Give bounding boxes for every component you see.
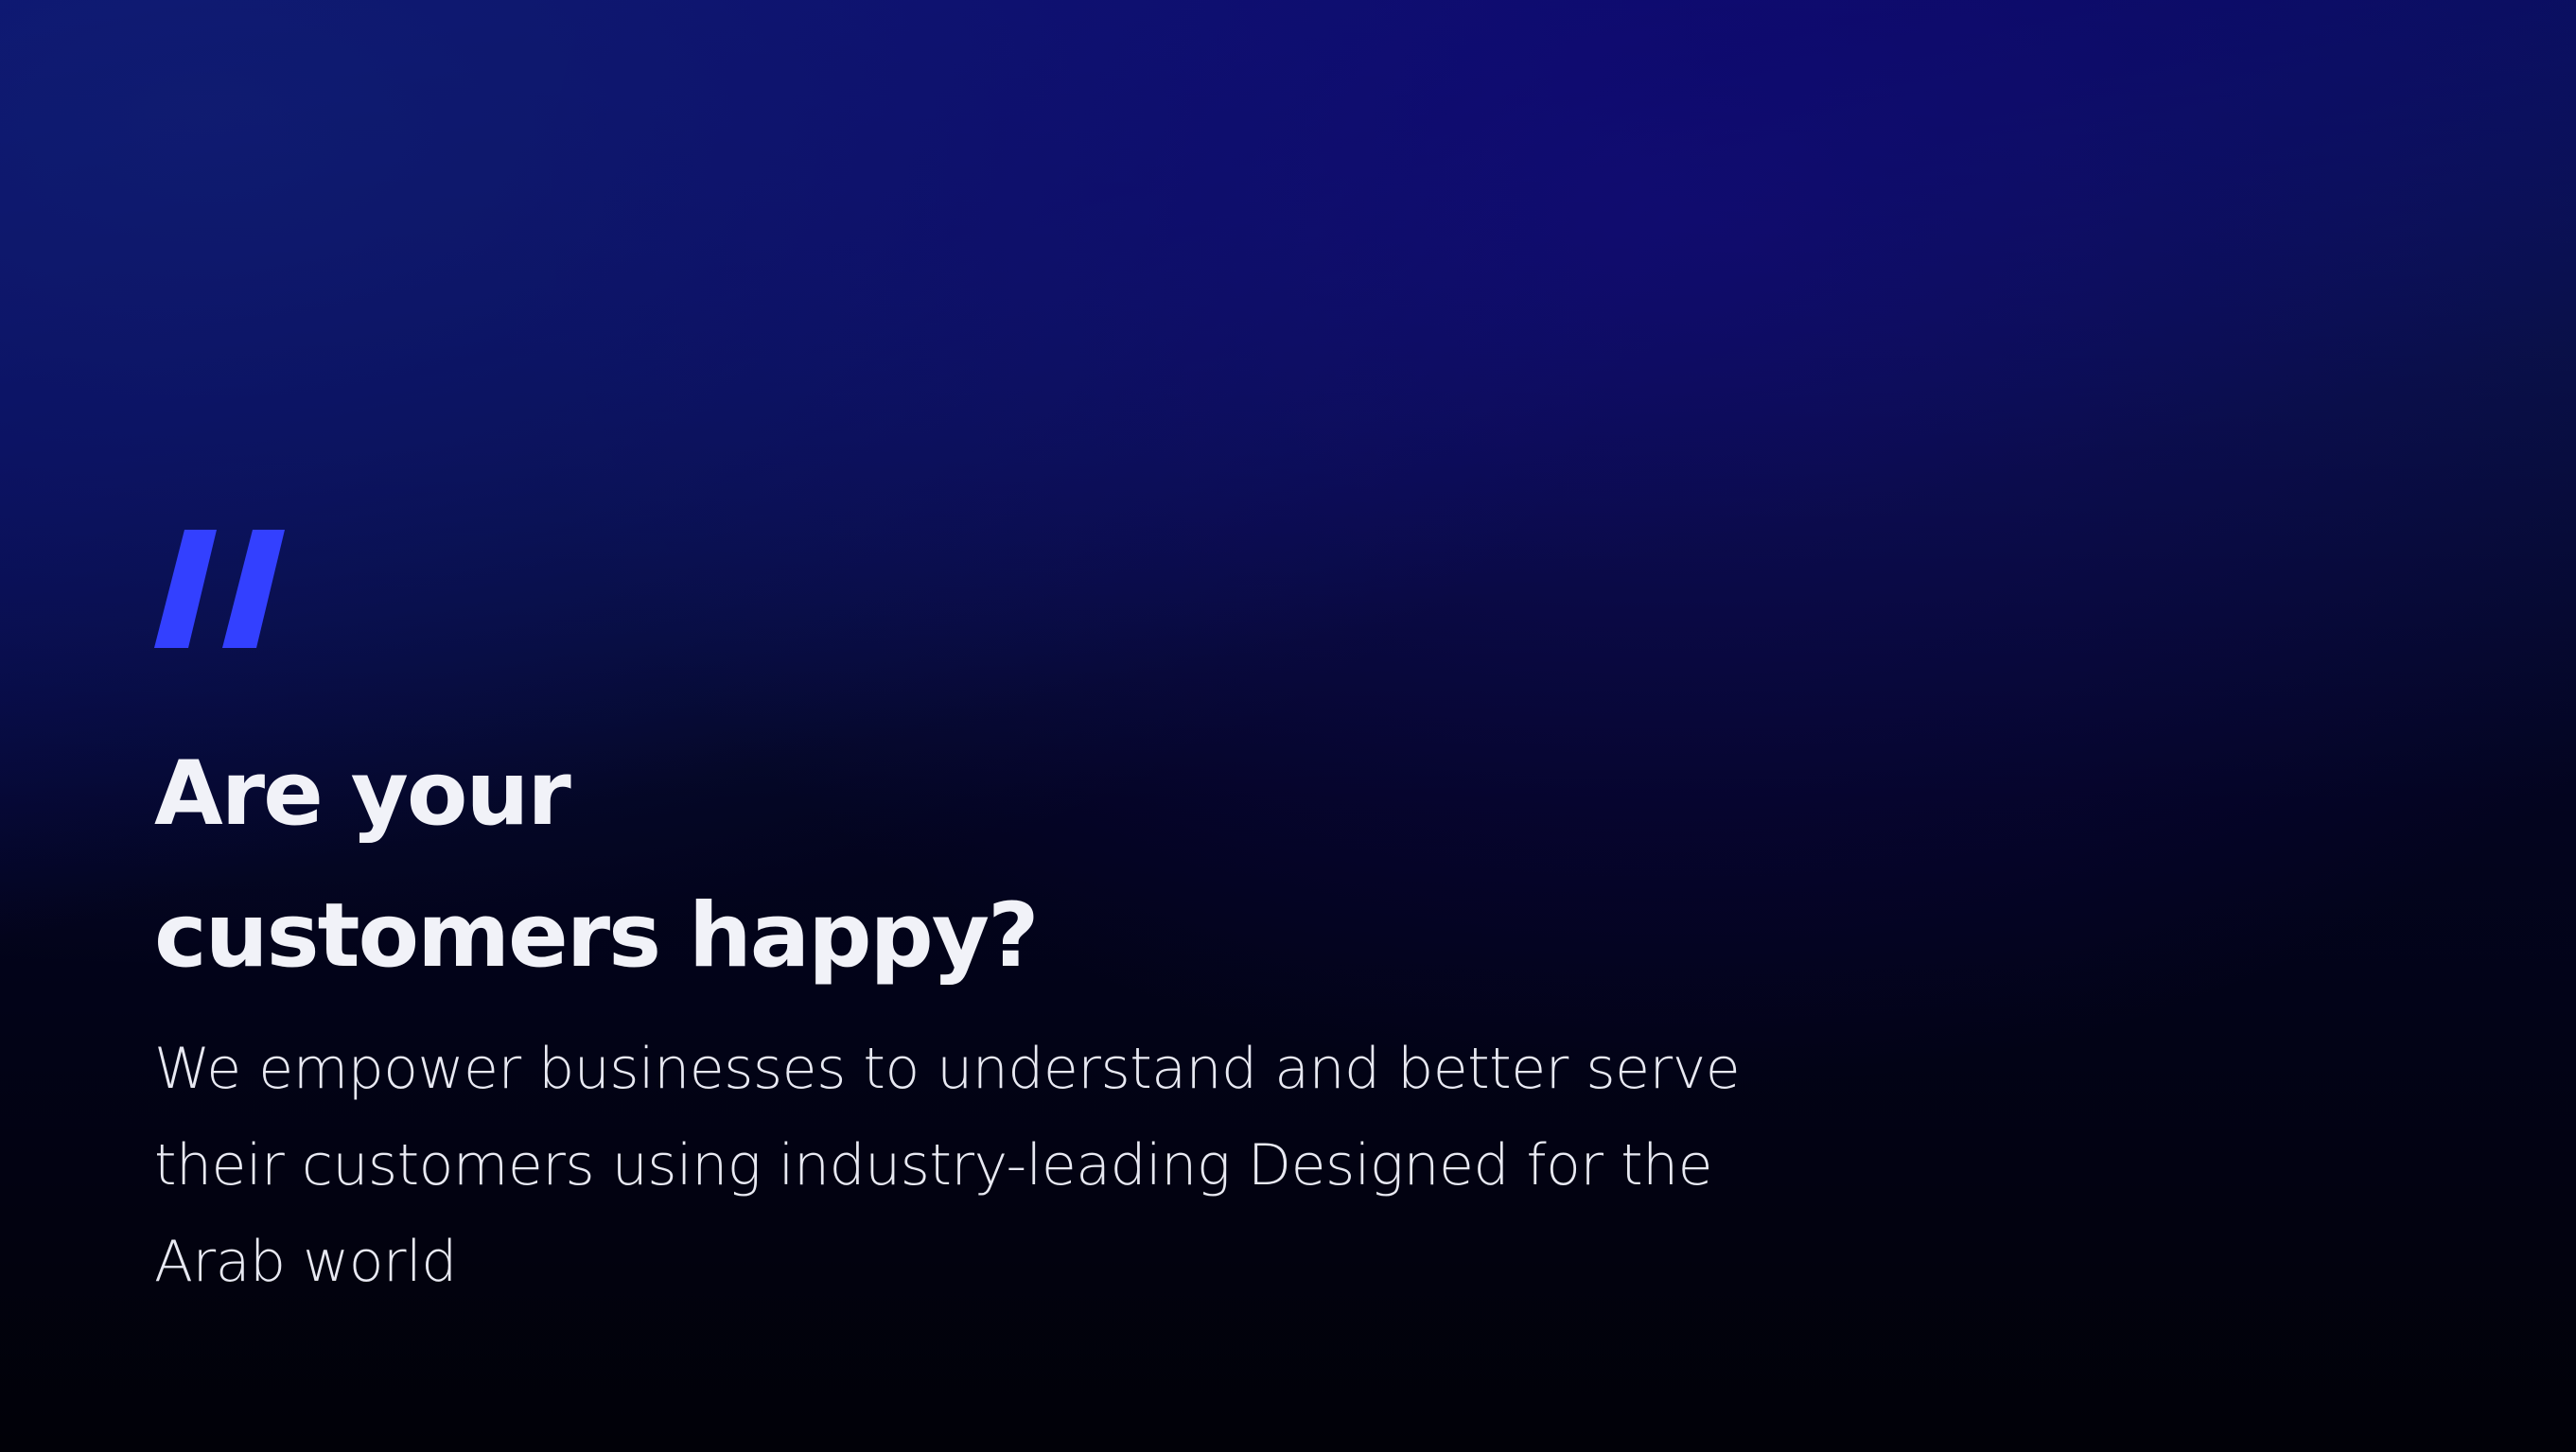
double-slash-quote-icon bbox=[154, 530, 285, 648]
hero-headline: Are your customers happy? bbox=[154, 724, 1857, 1007]
headline-line-2: customers happy? bbox=[154, 884, 1040, 988]
headline-line-1: Are your bbox=[154, 743, 571, 846]
hero-description: We empower businesses to understand and … bbox=[154, 1036, 1741, 1295]
hero-section: Are your customers happy? We empower bus… bbox=[154, 530, 1857, 1310]
